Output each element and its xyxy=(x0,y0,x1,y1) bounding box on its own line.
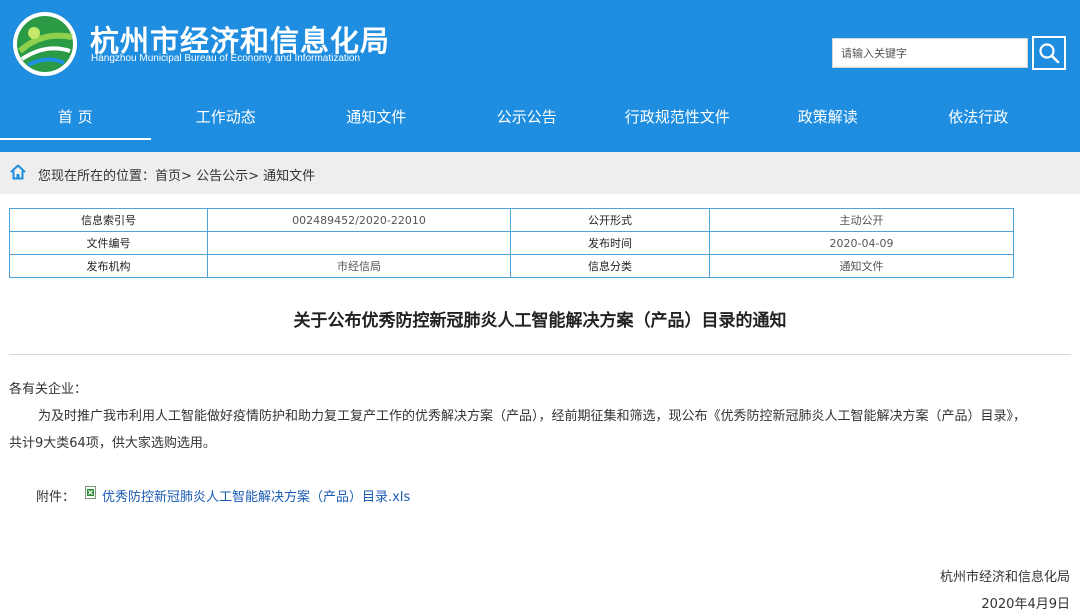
info-label: 文件编号 xyxy=(9,231,208,255)
table-row: 发布机构 市经信局 信息分类 通知文件 xyxy=(9,254,1014,278)
search-button[interactable] xyxy=(1032,36,1066,70)
xls-file-icon xyxy=(85,486,96,499)
info-label: 发布时间 xyxy=(510,231,710,255)
info-label: 发布机构 xyxy=(9,254,208,278)
signature-org: 杭州市经济和信息化局 xyxy=(939,570,1070,585)
breadcrumb-notices[interactable]: 通知文件 xyxy=(263,169,315,184)
nav-item-announcements[interactable]: 公示公告 xyxy=(452,94,603,140)
document-info-table: 信息索引号 002489452/2020-22010 公开形式 主动公开 文件编… xyxy=(9,208,1014,278)
nav-item-notices[interactable]: 通知文件 xyxy=(301,94,452,140)
info-value: 主动公开 xyxy=(709,208,1014,232)
breadcrumb-home[interactable]: 首页 xyxy=(155,169,181,184)
signature-date: 2020年4月9日 xyxy=(981,597,1070,612)
home-icon[interactable] xyxy=(9,163,27,181)
article-salutation: 各有关企业： xyxy=(9,382,88,397)
info-label: 信息分类 xyxy=(510,254,710,278)
info-value: 2020-04-09 xyxy=(709,231,1014,255)
nav-item-law-administration[interactable]: 依法行政 xyxy=(903,94,1054,140)
info-value xyxy=(207,231,511,255)
info-value: 市经信局 xyxy=(207,254,511,278)
article-body-line: 共计9大类64项，供大家选购选用。 xyxy=(9,436,216,451)
attachment-link[interactable]: 优秀防控新冠肺炎人工智能解决方案（产品）目录.xls xyxy=(102,486,410,505)
nav-item-work-news[interactable]: 工作动态 xyxy=(151,94,302,140)
breadcrumb-announcements[interactable]: 公告公示 xyxy=(196,169,248,184)
site-header: 杭州市经济和信息化局 Hangzhou Municipal Bureau of … xyxy=(0,0,1080,152)
globe-leaf-logo[interactable] xyxy=(12,11,78,77)
title-divider xyxy=(9,354,1071,355)
info-label: 信息索引号 xyxy=(9,208,208,232)
breadcrumb-separator: > xyxy=(248,169,259,184)
info-value: 通知文件 xyxy=(709,254,1014,278)
nav-item-home[interactable]: 首 页 xyxy=(0,94,151,140)
site-subtitle: Hangzhou Municipal Bureau of Economy and… xyxy=(91,53,361,64)
table-row: 文件编号 发布时间 2020-04-09 xyxy=(9,231,1014,255)
nav-item-regulations[interactable]: 行政规范性文件 xyxy=(602,94,753,140)
breadcrumb-separator: > xyxy=(181,169,192,184)
search-icon xyxy=(1039,43,1060,64)
info-value: 002489452/2020-22010 xyxy=(207,208,511,232)
nav-item-policy-interpretation[interactable]: 政策解读 xyxy=(753,94,904,140)
article-title: 关于公布优秀防控新冠肺炎人工智能解决方案（产品）目录的通知 xyxy=(293,311,787,331)
breadcrumb-prefix: 您现在所在的位置： xyxy=(38,169,156,184)
search-input[interactable] xyxy=(832,38,1028,68)
main-nav: 首 页 工作动态 通知文件 公示公告 行政规范性文件 政策解读 依法行政 xyxy=(0,94,1080,142)
article-body-line: 为及时推广我市利用人工智能做好疫情防护和助力复工复产工作的优秀解决方案（产品），… xyxy=(38,409,1027,424)
attachment-label: 附件： xyxy=(36,490,76,505)
table-row: 信息索引号 002489452/2020-22010 公开形式 主动公开 xyxy=(9,208,1014,232)
breadcrumb: 您现在所在的位置：首页> 公告公示> 通知文件 xyxy=(38,165,315,184)
info-label: 公开形式 xyxy=(510,208,710,232)
